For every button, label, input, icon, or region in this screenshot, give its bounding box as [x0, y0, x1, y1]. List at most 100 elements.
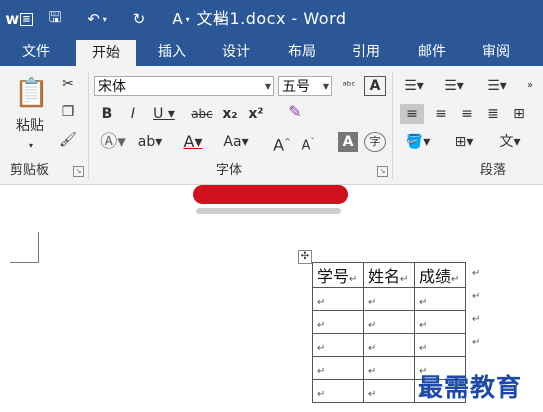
table-cell[interactable]: ↵	[312, 287, 364, 311]
tab-home[interactable]: 开始	[76, 40, 136, 66]
font-size-value: 五号	[282, 79, 310, 95]
paragraph-group-label: 段落	[480, 163, 507, 178]
distributed-icon[interactable]: ⊞	[508, 104, 530, 124]
font-launcher-icon[interactable]: ↘	[377, 166, 388, 177]
table-cell[interactable]: ↵	[363, 356, 415, 380]
clear-formatting-icon[interactable]: ✎	[284, 102, 306, 122]
shrink-font-icon[interactable]: Aˇ	[298, 132, 318, 153]
cell-mark-icon: ↵	[368, 388, 377, 400]
tab-file[interactable]: 文件	[8, 38, 64, 66]
font-color-icon[interactable]: A▾	[178, 132, 208, 152]
tab-references[interactable]: 引用	[338, 38, 394, 66]
multilevel-list-icon[interactable]: ☰▾	[480, 76, 514, 96]
cell-mark-icon: ↵	[368, 296, 377, 308]
cell-mark-icon: ↵	[317, 296, 326, 308]
text-effects-icon[interactable]: Ⓐ▾	[98, 132, 128, 152]
redacted-text	[196, 208, 341, 214]
header-cell[interactable]: 姓名↵	[363, 262, 415, 288]
font-size-change-icon[interactable]: Aa▾	[218, 132, 254, 152]
cell-mark-icon: ↵	[419, 296, 428, 308]
cell-mark-icon: ↵	[317, 365, 326, 377]
italic-icon[interactable]: I	[124, 104, 142, 124]
align-right-icon[interactable]: ≡	[456, 104, 478, 124]
row-end-mark-icon: ↵	[472, 314, 481, 325]
table-cell[interactable]: ↵	[312, 333, 364, 357]
table-cell[interactable]: ↵	[312, 379, 364, 403]
copy-icon[interactable]: ❐	[58, 102, 78, 122]
bold-icon[interactable]: B	[98, 104, 116, 124]
tab-review[interactable]: 审阅	[468, 38, 524, 66]
font-name-value: 宋体	[98, 79, 126, 95]
table-cell[interactable]: ↵	[363, 287, 415, 311]
table-cell[interactable]: ↵	[414, 310, 466, 334]
table-cell[interactable]: ↵	[312, 310, 364, 334]
paste-button[interactable]: 粘贴	[10, 116, 50, 136]
cell-mark-icon: ↵	[317, 388, 326, 400]
table-cell[interactable]: ↵	[363, 310, 415, 334]
table-row: ↵ ↵ ↵	[312, 333, 466, 357]
row-end-mark-icon: ↵	[472, 337, 481, 348]
more-icon[interactable]: »	[522, 76, 538, 96]
clipboard-launcher-icon[interactable]: ↘	[73, 166, 84, 177]
table-move-handle-icon[interactable]: ✣	[298, 250, 312, 264]
strikethrough-icon[interactable]: abc	[190, 104, 214, 124]
character-border-icon[interactable]: A	[364, 76, 386, 96]
font-name-combo[interactable]: 宋体 ▼	[94, 76, 274, 96]
tab-design[interactable]: 设计	[208, 38, 264, 66]
title-bar: w ≡ 🖫 ↶ ▾ ↻ A ▾ ≡ 文档1.docx - Word	[0, 0, 543, 38]
format-painter-icon[interactable]: 🖌	[58, 130, 78, 150]
justify-icon[interactable]: ≣	[482, 104, 504, 124]
underline-icon[interactable]: U ▾	[150, 104, 178, 124]
enclose-characters-icon[interactable]: 字	[364, 132, 386, 152]
cell-mark-icon: ↵	[317, 319, 326, 331]
bullets-icon[interactable]: ☰▾	[398, 76, 430, 96]
cut-icon[interactable]: ✂	[58, 74, 78, 94]
margin-corner-mark	[10, 232, 39, 263]
table-header-row: 学号↵ 姓名↵ 成绩↵	[312, 262, 466, 288]
highlight-icon[interactable]: ab▾	[134, 132, 166, 152]
grow-font-icon[interactable]: A^	[272, 132, 292, 154]
font-group-label: 字体	[216, 163, 243, 178]
row-end-mark-icon: ↵	[472, 291, 481, 302]
header-label: 成绩	[419, 267, 452, 286]
character-shading-icon[interactable]: A	[338, 132, 358, 152]
table-cell[interactable]: ↵	[363, 379, 415, 403]
table-cell[interactable]: ↵	[312, 356, 364, 380]
group-separator	[88, 72, 89, 180]
cell-mark-icon: ↵	[400, 274, 409, 285]
superscript-icon[interactable]: x²	[246, 104, 266, 124]
cell-mark-icon: ↵	[368, 319, 377, 331]
tab-mailings[interactable]: 邮件	[404, 38, 460, 66]
cell-mark-icon: ↵	[419, 342, 428, 354]
table-row: ↵ ↵ ↵	[312, 310, 466, 334]
numbering-icon[interactable]: ☰▾	[438, 76, 470, 96]
watermark-text: 最需教育	[418, 373, 523, 402]
group-separator	[392, 72, 393, 180]
cell-mark-icon: ↵	[317, 342, 326, 354]
cell-mark-icon: ↵	[368, 342, 377, 354]
chevron-down-icon: ▼	[264, 82, 271, 91]
align-center-icon[interactable]: ≡	[430, 104, 452, 124]
align-left-icon[interactable]: ≡	[400, 104, 424, 124]
change-case-icon[interactable]: ᵃᵇᶜ	[338, 76, 360, 96]
paste-dropdown-icon[interactable]: ▾	[24, 136, 38, 156]
header-cell[interactable]: 学号↵	[312, 262, 364, 288]
tab-insert[interactable]: 插入	[144, 38, 200, 66]
font-size-combo[interactable]: 五号 ▼	[278, 76, 332, 96]
header-label: 姓名	[368, 267, 401, 286]
row-end-mark-icon: ↵	[472, 268, 481, 279]
tab-layout[interactable]: 布局	[274, 38, 330, 66]
table-cell[interactable]: ↵	[414, 333, 466, 357]
ribbon-tabs: 文件 开始 插入 设计 布局 引用 邮件 审阅	[0, 38, 543, 66]
table-cell[interactable]: ↵	[414, 287, 466, 311]
subscript-icon[interactable]: x₂	[220, 104, 240, 124]
table-row: ↵ ↵ ↵	[312, 287, 466, 311]
header-cell[interactable]: 成绩↵	[414, 262, 466, 288]
window-title: 文档1.docx - Word	[196, 9, 347, 28]
sort-icon[interactable]: 文▾	[492, 132, 528, 152]
shading-icon[interactable]: 🪣▾	[400, 132, 436, 152]
table-cell[interactable]: ↵	[363, 333, 415, 357]
borders-icon[interactable]: ⊞▾	[446, 132, 482, 152]
cell-mark-icon: ↵	[349, 274, 358, 285]
paste-icon[interactable]: 📋	[14, 76, 49, 110]
